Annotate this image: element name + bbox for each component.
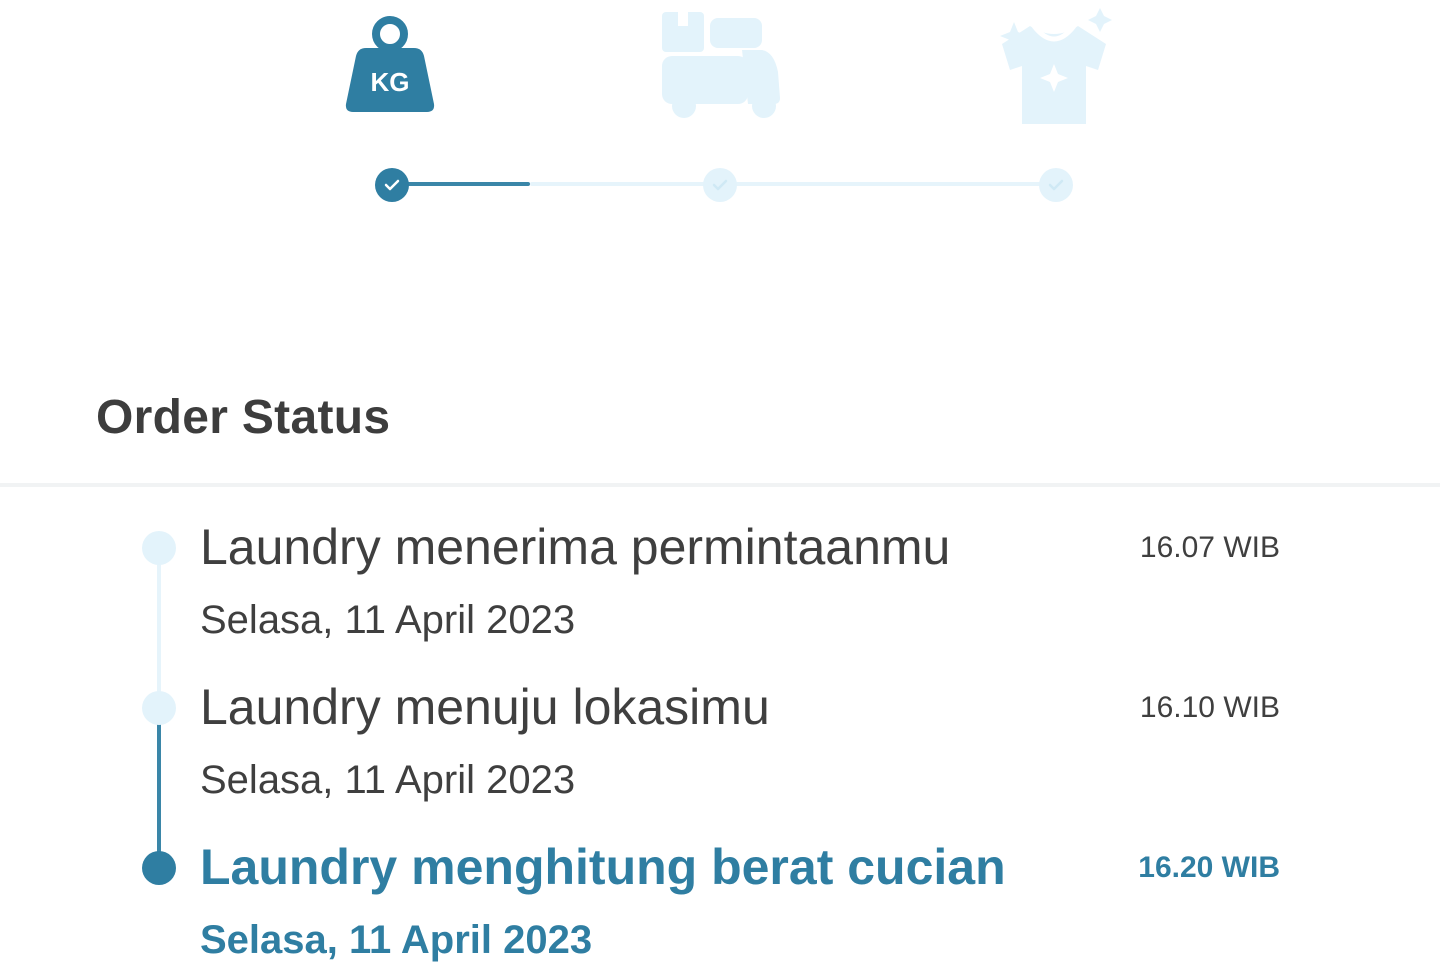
- progress-line-pending: [530, 182, 720, 186]
- timeline-dot-active: [142, 851, 176, 885]
- timeline-event-date: Selasa, 11 April 2023: [200, 758, 576, 802]
- timeline-event-time: 16.10 WIB: [1139, 691, 1280, 724]
- progress-line-completed: [392, 182, 530, 186]
- timeline-event-title-active: Laundry menghitung berat cucian: [200, 839, 1006, 895]
- timeline-event-time-active: 16.20 WIB: [1138, 851, 1280, 884]
- section-divider: [0, 483, 1440, 487]
- timeline-event-date: Selasa, 11 April 2023: [200, 598, 576, 642]
- delivery-scooter-icon: [660, 10, 784, 120]
- progress-line-pending: [720, 182, 1056, 186]
- timeline-dot: [142, 531, 176, 565]
- step-clean-check-icon: [1039, 168, 1073, 202]
- order-status-timeline: Laundry menerima permintaanmu Selasa, 11…: [0, 500, 1440, 972]
- timeline-event-title: Laundry menerima permintaanmu: [200, 519, 951, 575]
- order-status-title: Order Status: [96, 391, 391, 444]
- timeline-event-time: 16.07 WIB: [1139, 531, 1280, 564]
- timeline-connector-active: [157, 708, 161, 868]
- step-weigh-check-icon: [375, 168, 409, 202]
- clean-shirt-icon: [994, 8, 1116, 126]
- timeline-connector: [157, 548, 161, 708]
- timeline-event-date-active: Selasa, 11 April 2023: [200, 918, 593, 962]
- order-progress-stepper: KG: [0, 0, 1440, 230]
- timeline-dot: [142, 691, 176, 725]
- weight-kg-icon: KG: [344, 14, 436, 114]
- step-delivery-check-icon: [703, 168, 737, 202]
- weight-icon-label: KG: [371, 67, 410, 97]
- timeline-event-title: Laundry menuju lokasimu: [200, 679, 770, 735]
